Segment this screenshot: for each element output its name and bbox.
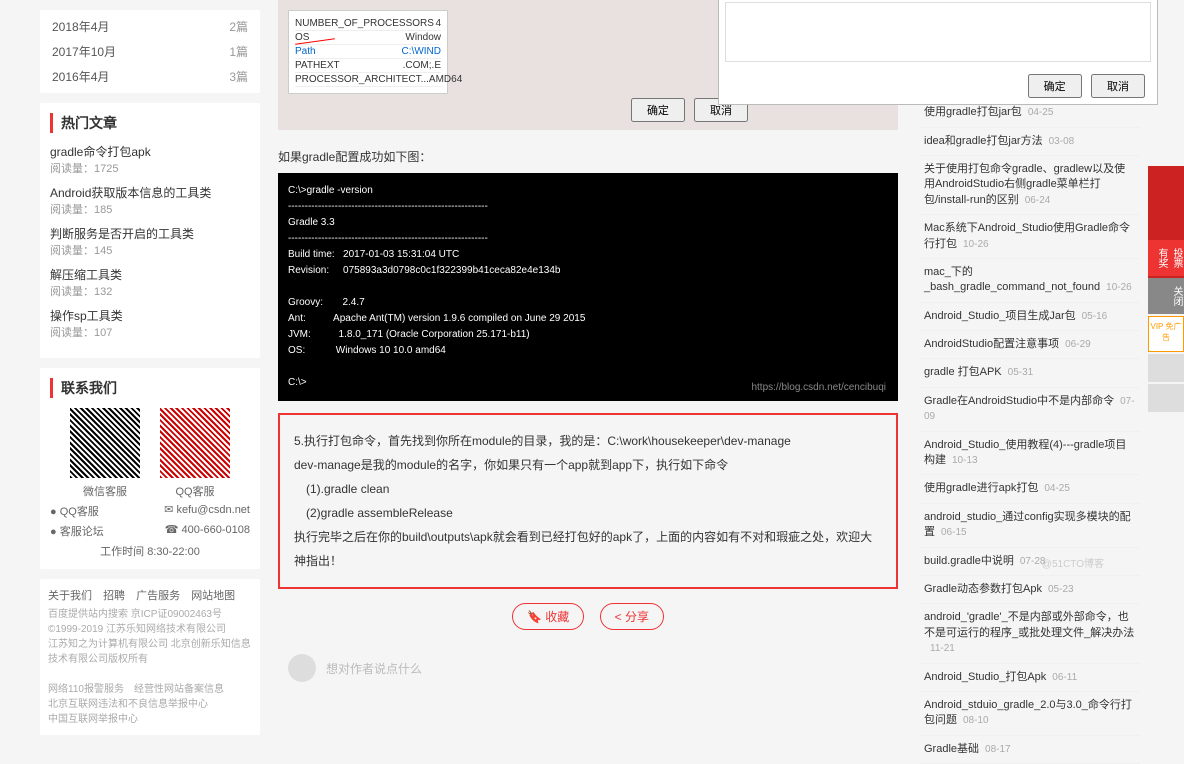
hot-articles-title: 热门文章 (50, 113, 250, 133)
archive-item[interactable]: 2016年4月3篇 (44, 64, 256, 89)
archive-item[interactable]: 2018年4月2篇 (44, 14, 256, 39)
wechat-qr (70, 408, 140, 478)
hot-link[interactable]: 解压缩工具类 (50, 266, 250, 283)
watermark: @51CTO博客 (1042, 555, 1104, 570)
related-link[interactable]: Mac系统下Android_Studio使用Gradle命令行打包 (924, 222, 1130, 249)
favorite-button[interactable]: 🔖 收藏 (512, 603, 584, 630)
related-link[interactable]: Android_Studio_项目生成Jar包 (924, 310, 1076, 322)
forum-link[interactable]: ● 客服论坛 (50, 523, 104, 539)
instruction-box: 5.执行打包命令，首先找到你所在module的目录，我的是：C:\work\ho… (278, 413, 898, 589)
about-links: 关于我们 招聘 广告服务 网站地图 (48, 587, 252, 603)
dialog: 确定 取消 (718, 0, 1158, 105)
ads-link[interactable]: 广告服务 (136, 590, 180, 602)
scroll-top-button[interactable] (1148, 354, 1184, 382)
related-link[interactable]: gradle 打包APK (924, 366, 1002, 378)
about-link[interactable]: 关于我们 (48, 590, 92, 602)
related-link[interactable]: 使用gradle进行apk打包 (924, 482, 1038, 494)
vote-button[interactable]: 投票有奖 (1148, 240, 1184, 276)
terminal-output: C:\>gradle -version --------------------… (278, 173, 898, 401)
related-link[interactable]: Gradle在AndroidStudio中不是内部命令 (924, 395, 1114, 407)
hot-link[interactable]: 判断服务是否开启的工具类 (50, 225, 250, 242)
dialog-ok[interactable]: 确定 (1028, 74, 1082, 98)
avatar (288, 654, 316, 682)
email-link[interactable]: ✉ kefu@csdn.net (164, 503, 250, 519)
share-button[interactable]: < 分享 (600, 603, 664, 630)
jobs-link[interactable]: 招聘 (103, 590, 125, 602)
related-link[interactable]: build.gradle中说明 (924, 555, 1014, 567)
legal-text: 百度提供站内搜索 京ICP证09002463号 ©1999-2019 江苏乐知网… (48, 607, 252, 727)
related-link[interactable]: Android_Studio_打包Apk (924, 671, 1046, 683)
related-link[interactable]: AndroidStudio配置注意事项 (924, 338, 1059, 350)
ok-button[interactable]: 确定 (631, 98, 685, 122)
env-vars-table: NUMBER_OF_PROCESSORS4 OSWindow PathC:\WI… (288, 10, 448, 94)
comment-input[interactable]: 想对作者说点什么 (326, 660, 422, 677)
related-link[interactable]: 使用gradle打包jar包 (924, 106, 1022, 118)
qq-service[interactable]: ● QQ客服 (50, 503, 99, 519)
related-link[interactable]: idea和gradle打包jar方法 (924, 135, 1043, 147)
related-link[interactable]: android_'gradle'_不是内部或外部命令，也不是可运行的程序_或批处… (924, 611, 1134, 638)
archive-item[interactable]: 2017年10月1篇 (44, 39, 256, 64)
related-link[interactable]: Gradle动态参数打包Apk (924, 583, 1042, 595)
hot-link[interactable]: Android获取版本信息的工具类 (50, 184, 250, 201)
hot-link[interactable]: 操作sp工具类 (50, 307, 250, 324)
dialog-cancel[interactable]: 取消 (1091, 74, 1145, 98)
hot-link[interactable]: gradle命令打包apk (50, 143, 250, 160)
vip-button[interactable]: VIP 免广告 (1148, 316, 1184, 352)
close-button[interactable]: 关闭 (1148, 278, 1184, 314)
qq-qr (160, 408, 230, 478)
related-link[interactable]: mac_下的_bash_gradle_command_not_found (924, 266, 1100, 293)
sitemap-link[interactable]: 网站地图 (191, 590, 235, 602)
related-link[interactable]: Gradle基础 (924, 743, 979, 755)
phone-link[interactable]: ☎ 400-660-0108 (165, 523, 250, 539)
article-text: 如果gradle配置成功如下图： (278, 148, 898, 165)
feedback-button[interactable] (1148, 384, 1184, 412)
related-link[interactable]: Android_stduio_gradle_2.0与3.0_命令行打包问题 (924, 699, 1132, 726)
contact-title: 联系我们 (50, 378, 250, 398)
